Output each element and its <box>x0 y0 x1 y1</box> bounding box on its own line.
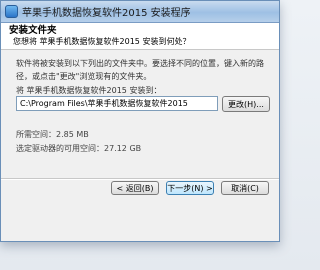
install-path-label: 将 苹果手机数据恢复软件2015 安装到： <box>16 86 162 95</box>
next-button[interactable]: 下一步(N) > <box>166 181 214 195</box>
app-icon <box>5 5 18 18</box>
space-required-text: 所需空间：2.85 MB <box>16 130 89 139</box>
wizard-content: 软件将被安装到以下列出的文件夹中。要选择不同的位置，键入新的路径，或点击"更改"… <box>1 51 279 177</box>
back-button[interactable]: < 返回(B) <box>111 181 159 195</box>
page-description: 您想将 苹果手机数据恢复软件2015 安装到何处？ <box>13 37 191 46</box>
page-title: 安装文件夹 <box>9 25 57 36</box>
installer-window: 苹果手机数据恢复软件2015 安装程序 安装文件夹 您想将 苹果手机数据恢复软件… <box>0 0 280 242</box>
wizard-header: 安装文件夹 您想将 苹果手机数据恢复软件2015 安装到何处？ <box>1 23 279 50</box>
cancel-button[interactable]: 取消(C) <box>221 181 269 195</box>
browse-button[interactable]: 更改(H)... <box>222 96 270 112</box>
install-path-field[interactable]: C:\Program Files\苹果手机数据恢复软件2015 <box>16 96 218 111</box>
title-bar[interactable]: 苹果手机数据恢复软件2015 安装程序 <box>1 1 279 23</box>
window-title: 苹果手机数据恢复软件2015 安装程序 <box>22 8 191 19</box>
instruction-text: 软件将被安装到以下列出的文件夹中。要选择不同的位置，键入新的路径，或点击"更改"… <box>16 59 264 81</box>
footer-divider <box>1 178 279 180</box>
space-available-text: 选定驱动器的可用空间：27.12 GB <box>16 144 142 153</box>
